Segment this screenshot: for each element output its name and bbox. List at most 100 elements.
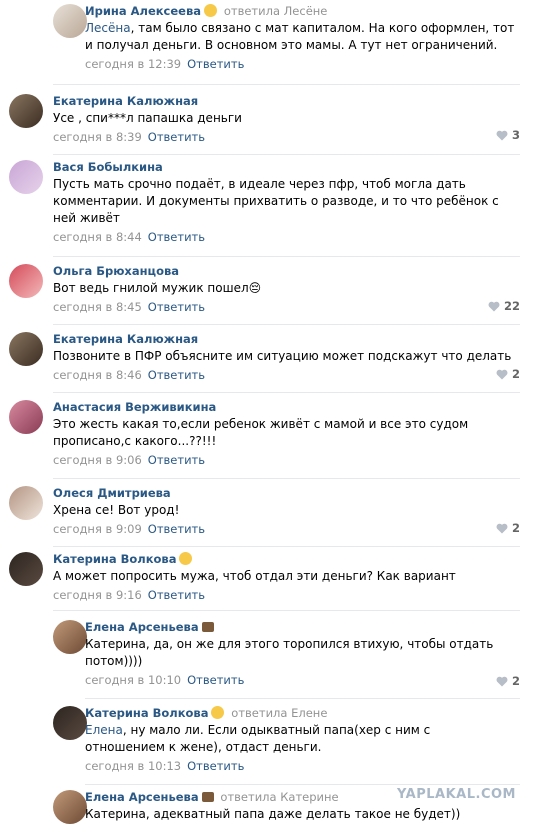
comment-body: Олеся Дмитриева Хрена се! Вот урод! сего… <box>53 485 520 537</box>
divider <box>53 478 520 479</box>
avatar[interactable] <box>9 160 43 194</box>
reply-to[interactable]: ответила Лесёне <box>224 4 328 18</box>
watermark: YAPLAKAL.COM <box>397 787 516 802</box>
comment: Вася Бобылкина Пусть мать срочно подаёт,… <box>0 156 540 257</box>
avatar[interactable] <box>53 790 87 824</box>
comment-text: Катерина, адекватный папа даже делать та… <box>85 807 461 821</box>
reply-to[interactable]: ответила Катерине <box>220 790 338 804</box>
heart-icon <box>496 676 508 686</box>
reply-button[interactable]: Ответить <box>148 522 205 536</box>
comment-date[interactable]: сегодня в 9:09 <box>53 522 142 536</box>
comment-date[interactable]: сегодня в 8:46 <box>53 368 142 382</box>
heart-icon <box>496 369 508 379</box>
divider <box>53 324 520 325</box>
comment-text: Позвоните в ПФР объясните им ситуацию мо… <box>53 349 512 363</box>
reply-button[interactable]: Ответить <box>148 130 205 144</box>
comment-author[interactable]: Елена Арсеньева <box>85 790 199 804</box>
comment-text: Вот ведь гнилой мужик пошел😔 <box>53 281 262 295</box>
comment-author[interactable]: Катерина Волкова <box>85 706 208 720</box>
comment-body: Катерина Волкова А может попросить мужа,… <box>53 551 520 603</box>
comment-author[interactable]: Анастасия Верживикина <box>53 400 216 414</box>
reply-button[interactable]: Ответить <box>187 673 244 687</box>
comment-reply: Елена Арсеньева Катерина, да, он же для … <box>0 616 540 699</box>
reply-button[interactable]: Ответить <box>148 300 205 314</box>
comment-body: Ирина Алексеева ответила Лесёне Лесёна, … <box>85 3 520 72</box>
avatar[interactable] <box>9 94 43 128</box>
like-button[interactable]: 3 <box>496 128 520 142</box>
comment-author[interactable]: Вася Бобылкина <box>53 160 163 174</box>
avatar[interactable] <box>9 264 43 298</box>
avatar[interactable] <box>9 486 43 520</box>
comment-author[interactable]: Катерина Волкова <box>53 552 176 566</box>
comment-date[interactable]: сегодня в 8:39 <box>53 130 142 144</box>
comment-body: Екатерина Калюжная Усе , спи***л папашка… <box>53 93 520 145</box>
reply-button[interactable]: Ответить <box>187 759 244 773</box>
comment: Катерина Волкова А может попросить мужа,… <box>0 548 540 611</box>
comment-author[interactable]: Екатерина Калюжная <box>53 94 198 108</box>
comment: Ольга Брюханцова Вот ведь гнилой мужик п… <box>0 258 540 325</box>
like-button[interactable]: 22 <box>488 299 520 313</box>
comment-date[interactable]: сегодня в 9:16 <box>53 588 142 602</box>
reply-button[interactable]: Ответить <box>148 230 205 244</box>
emoji-icon <box>211 706 225 719</box>
comment-date[interactable]: сегодня в 10:13 <box>85 759 181 773</box>
mention-link[interactable]: Лесёна <box>85 21 131 35</box>
divider <box>53 256 520 257</box>
comment: Ирина Алексеева ответила Лесёне Лесёна, … <box>0 0 540 85</box>
avatar[interactable] <box>9 332 43 366</box>
comment: Анастасия Верживикина Это жесть какая то… <box>0 394 540 479</box>
like-button[interactable]: 2 <box>496 367 520 381</box>
divider <box>53 154 520 155</box>
reply-button[interactable]: Ответить <box>148 588 205 602</box>
mention-link[interactable]: Елена <box>85 723 123 737</box>
like-button[interactable]: 2 <box>496 521 520 535</box>
comment-date[interactable]: сегодня в 9:06 <box>53 453 142 467</box>
comment-body: Катерина Волкова ответила Елене Елена, н… <box>85 705 520 774</box>
divider <box>53 392 520 393</box>
comment-author[interactable]: Елена Арсеньева <box>85 620 199 634</box>
comment-text: Это жесть какая то,если ребенок живёт с … <box>53 417 469 448</box>
avatar[interactable] <box>9 400 43 434</box>
comment-text: , ну мало ли. Если одыкватный папа(хер с… <box>85 723 431 754</box>
like-count: 2 <box>511 367 520 381</box>
comment-text: Пусть мать срочно подаёт, в идеале через… <box>53 177 499 225</box>
comment-text: Усе , спи***л папашка деньги <box>53 111 242 125</box>
reply-button[interactable]: Ответить <box>148 453 205 467</box>
like-count: 2 <box>511 674 520 688</box>
comment-body: Ольга Брюханцова Вот ведь гнилой мужик п… <box>53 263 520 315</box>
avatar[interactable] <box>9 552 43 586</box>
briefcase-icon <box>201 622 214 632</box>
comment-text: Катерина, да, он же для этого торопился … <box>85 637 494 668</box>
avatar[interactable] <box>53 706 87 740</box>
like-button[interactable]: 2 <box>496 674 520 688</box>
comment-date[interactable]: сегодня в 8:44 <box>53 230 142 244</box>
emoji-icon <box>204 4 218 17</box>
divider <box>53 84 520 85</box>
reply-button[interactable]: Ответить <box>148 368 205 382</box>
comment-reply: Катерина Волкова ответила Елене Елена, н… <box>0 702 540 785</box>
avatar[interactable] <box>53 4 87 38</box>
comment-author[interactable]: Екатерина Калюжная <box>53 332 198 346</box>
comment-body: Анастасия Верживикина Это жесть какая то… <box>53 399 520 468</box>
avatar[interactable] <box>53 620 87 654</box>
like-count: 2 <box>511 521 520 535</box>
comment: Екатерина Калюжная Усе , спи***л папашка… <box>0 88 540 155</box>
like-count: 3 <box>511 128 520 142</box>
comment-text: , там было связано с мат капиталом. На к… <box>85 21 515 52</box>
comment-author[interactable]: Ирина Алексеева <box>85 4 201 18</box>
briefcase-icon <box>201 792 214 802</box>
comment-author[interactable]: Олеся Дмитриева <box>53 486 171 500</box>
reply-button[interactable]: Ответить <box>187 57 244 71</box>
like-count: 22 <box>503 299 520 313</box>
comment-author[interactable]: Ольга Брюханцова <box>53 264 179 278</box>
comment-date[interactable]: сегодня в 10:10 <box>85 673 181 687</box>
heart-icon <box>488 301 500 311</box>
comment-date[interactable]: сегодня в 12:39 <box>85 57 181 71</box>
comment-body: Елена Арсеньева Катерина, да, он же для … <box>85 619 520 688</box>
reply-to[interactable]: ответила Елене <box>231 706 327 720</box>
comment-date[interactable]: сегодня в 8:45 <box>53 300 142 314</box>
comment-text: А может попросить мужа, чтоб отдал эти д… <box>53 569 456 583</box>
comment-body: Екатерина Калюжная Позвоните в ПФР объяс… <box>53 331 520 383</box>
divider <box>53 610 520 611</box>
divider <box>53 546 520 547</box>
